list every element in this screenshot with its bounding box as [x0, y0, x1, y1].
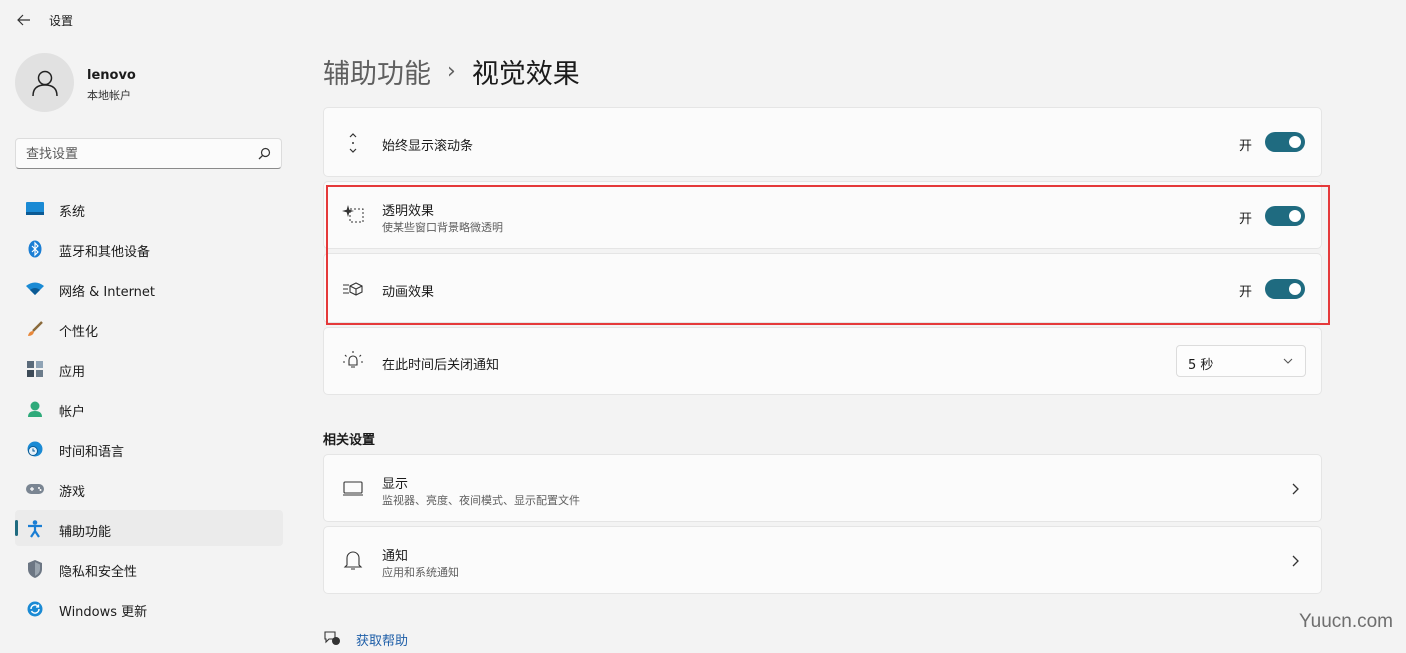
toggle-state-label: 开	[1238, 285, 1252, 300]
profile-name: lenovo	[87, 68, 136, 83]
setting-scrollbars: 始终显示滚动条 开	[323, 107, 1322, 177]
back-arrow-icon	[17, 14, 30, 26]
breadcrumb-parent[interactable]: 辅助功能	[323, 52, 431, 91]
chevron-right-icon	[1292, 555, 1299, 567]
help-chat-icon	[324, 631, 340, 645]
animation-icon	[342, 278, 364, 300]
breadcrumb: 辅助功能 › 视觉效果	[323, 52, 580, 91]
person-icon	[31, 70, 58, 96]
avatar	[15, 53, 74, 112]
account-icon	[26, 400, 44, 418]
related-settings-heading: 相关设置	[323, 433, 376, 448]
sidebar-item-bluetooth[interactable]: 蓝牙和其他设备	[15, 230, 283, 266]
setting-subtitle: 应用和系统通知	[382, 566, 459, 579]
sidebar-item-label: 网络 & Internet	[59, 285, 156, 300]
sidebar-item-windows-update[interactable]: Windows 更新	[15, 590, 283, 626]
related-notifications[interactable]: 通知 应用和系统通知	[323, 526, 1322, 594]
bell-icon	[342, 549, 364, 571]
system-icon	[26, 200, 44, 218]
sidebar-item-label: 应用	[59, 365, 86, 380]
setting-title: 始终显示滚动条	[382, 139, 474, 154]
scrollbar-arrows-icon	[342, 132, 364, 154]
sidebar-item-label: 系统	[59, 205, 86, 220]
sidebar-item-personalization[interactable]: 个性化	[15, 310, 283, 346]
search-input[interactable]	[26, 145, 246, 163]
sidebar-nav: 系统 蓝牙和其他设备 网络 & Internet 个性化 应用 帐户 时间和语言…	[15, 190, 283, 630]
back-button[interactable]	[12, 8, 36, 32]
user-profile[interactable]: lenovo 本地帐户	[15, 53, 285, 113]
bluetooth-icon	[26, 240, 44, 258]
setting-subtitle: 监视器、亮度、夜间模式、显示配置文件	[382, 494, 580, 507]
sidebar-item-label: Windows 更新	[59, 605, 148, 620]
sidebar-item-label: 帐户	[59, 405, 86, 420]
setting-notification-timeout: 在此时间后关闭通知 5 秒	[323, 327, 1322, 395]
setting-title: 动画效果	[382, 285, 435, 300]
notification-timeout-select[interactable]: 5 秒	[1176, 345, 1306, 377]
sidebar-item-network[interactable]: 网络 & Internet	[15, 270, 283, 306]
setting-title: 透明效果	[382, 204, 435, 219]
setting-subtitle: 使某些窗口背景略微透明	[382, 221, 503, 234]
watermark: Yuucn.com	[1299, 611, 1393, 632]
sidebar-item-accounts[interactable]: 帐户	[15, 390, 283, 426]
setting-title: 通知	[382, 549, 409, 564]
get-help-label: 获取帮助	[356, 634, 409, 649]
scrollbars-toggle[interactable]	[1265, 132, 1305, 152]
animation-toggle[interactable]	[1265, 279, 1305, 299]
sidebar-item-gaming[interactable]: 游戏	[15, 470, 283, 506]
setting-transparency: 透明效果 使某些窗口背景略微透明 开	[323, 181, 1322, 249]
sidebar-item-apps[interactable]: 应用	[15, 350, 283, 386]
accessibility-icon	[26, 520, 44, 538]
search-box[interactable]	[15, 138, 282, 169]
breadcrumb-separator: ›	[447, 59, 456, 84]
update-icon	[26, 600, 44, 618]
sidebar-item-label: 游戏	[59, 485, 86, 500]
sidebar-item-label: 个性化	[59, 325, 99, 340]
notification-timer-icon	[342, 350, 364, 372]
setting-title: 在此时间后关闭通知	[382, 358, 500, 373]
sidebar-item-label: 时间和语言	[59, 445, 125, 460]
transparency-toggle[interactable]	[1265, 206, 1305, 226]
shield-icon	[26, 560, 44, 578]
brush-icon	[26, 320, 44, 338]
sidebar-item-system[interactable]: 系统	[15, 190, 283, 226]
transparency-icon	[342, 203, 364, 225]
sidebar-item-label: 隐私和安全性	[59, 565, 138, 580]
sidebar-item-privacy[interactable]: 隐私和安全性	[15, 550, 283, 586]
app-title: 设置	[49, 14, 74, 28]
page-title: 视觉效果	[471, 59, 580, 90]
title-bar: 设置	[0, 0, 1406, 40]
sidebar-item-label: 辅助功能	[59, 525, 112, 540]
toggle-state-label: 开	[1238, 212, 1252, 227]
gamepad-icon	[26, 480, 44, 498]
profile-account-type: 本地帐户	[87, 89, 131, 102]
wifi-icon	[26, 280, 44, 298]
clock-globe-icon	[26, 440, 44, 458]
apps-icon	[26, 360, 44, 378]
toggle-state-label: 开	[1238, 139, 1252, 154]
dropdown-value: 5 秒	[1188, 358, 1214, 373]
chevron-right-icon	[1292, 483, 1299, 495]
related-display[interactable]: 显示 监视器、亮度、夜间模式、显示配置文件	[323, 454, 1322, 522]
monitor-icon	[342, 477, 364, 499]
sidebar-item-label: 蓝牙和其他设备	[59, 245, 151, 260]
setting-title: 显示	[382, 477, 409, 492]
search-icon[interactable]	[258, 147, 271, 160]
sidebar-item-accessibility[interactable]: 辅助功能	[15, 510, 283, 546]
setting-animation: 动画效果 开	[323, 253, 1322, 323]
chevron-down-icon	[1283, 358, 1293, 364]
sidebar-item-time-language[interactable]: 时间和语言	[15, 430, 283, 466]
